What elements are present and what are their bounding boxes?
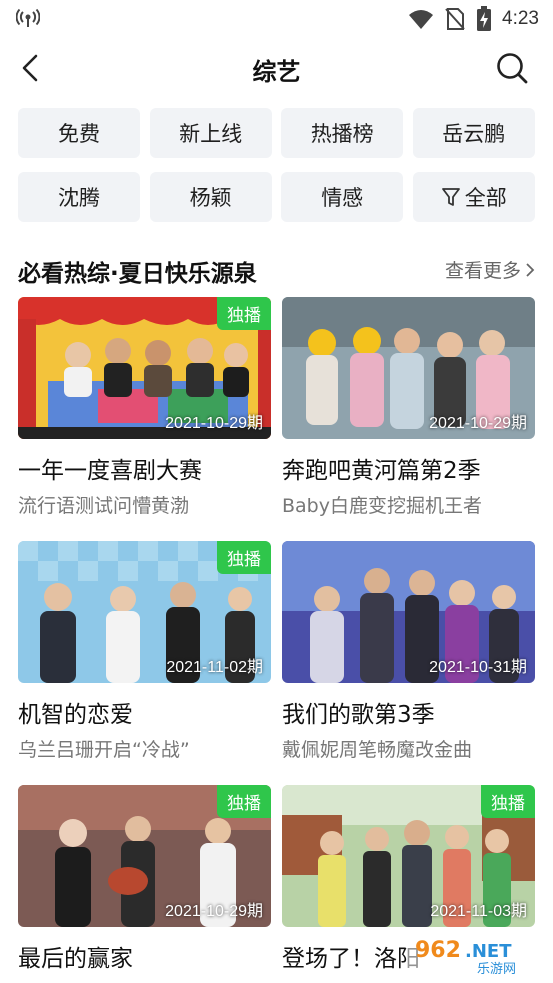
- episode-date: 2021-11-02期: [166, 659, 263, 676]
- show-title[interactable]: 机智的恋爱: [18, 695, 271, 729]
- exclusive-badge: 独播: [217, 541, 271, 574]
- page-title: 综艺: [252, 58, 301, 86]
- episode-date: 2021-10-31期: [429, 659, 527, 676]
- hotspot-icon: [16, 8, 40, 27]
- filter-label: 杨颖: [189, 186, 232, 210]
- exclusive-badge: 独播: [217, 785, 271, 818]
- chevron-right-icon: [526, 262, 535, 277]
- filter-chip[interactable]: 热播榜: [281, 108, 404, 158]
- filter-chip[interactable]: 杨颖: [149, 172, 272, 222]
- filter-label: 岳云鹏: [442, 122, 506, 146]
- show-thumbnail[interactable]: 独播 2021-10-29期: [18, 785, 271, 927]
- status-time: 4:23: [502, 8, 539, 29]
- show-grid: 独播 2021-10-29期 一年一度喜剧大赛 流行语测试问懵黄渤 2021-1…: [18, 297, 535, 983]
- section-title: 必看热综·夏日快乐源泉: [18, 261, 257, 287]
- search-icon[interactable]: [495, 51, 529, 85]
- battery-charging-icon: [477, 6, 492, 31]
- see-more-label: 查看更多: [444, 260, 521, 282]
- svg-text:乐游网: 乐游网: [477, 962, 516, 977]
- show-card[interactable]: 2021-10-29期 奔跑吧黄河篇第2季 Baby白鹿变挖掘机王者: [282, 297, 535, 541]
- show-title[interactable]: 我们的歌第3季: [282, 695, 535, 729]
- show-title[interactable]: 奔跑吧黄河篇第2季: [282, 451, 535, 485]
- header: 综艺: [0, 42, 553, 94]
- site-watermark-logo: 962 .NET 乐游网: [407, 933, 547, 977]
- filter-chip[interactable]: 新上线: [149, 108, 272, 158]
- show-card[interactable]: 独播 2021-10-29期 一年一度喜剧大赛 流行语测试问懵黄渤: [18, 297, 271, 541]
- svg-text:.NET: .NET: [465, 941, 512, 962]
- filter-label: 沈腾: [58, 186, 100, 210]
- section-header: 必看热综·夏日快乐源泉 查看更多: [18, 252, 535, 288]
- no-sim-icon: [445, 8, 465, 30]
- filter-label: 新上线: [179, 122, 243, 146]
- show-card[interactable]: 独播 2021-10-29期 最后的赢家: [18, 785, 271, 983]
- filter-label: 免费: [58, 122, 100, 146]
- status-bar: 4:23: [0, 0, 553, 38]
- show-card[interactable]: 2021-10-31期 我们的歌第3季 戴佩妮周笔畅魔改金曲: [282, 541, 535, 785]
- episode-date: 2021-11-03期: [430, 903, 527, 920]
- wifi-icon: [409, 10, 434, 29]
- exclusive-badge: 独播: [217, 297, 271, 330]
- show-subtitle: 乌兰吕珊开启“冷战”: [18, 739, 190, 761]
- episode-date: 2021-10-29期: [165, 415, 263, 432]
- show-thumbnail[interactable]: 独播 2021-11-03期: [282, 785, 535, 927]
- exclusive-badge: 独播: [481, 785, 535, 818]
- show-title[interactable]: 最后的赢家: [18, 939, 271, 973]
- show-thumbnail[interactable]: 独播 2021-11-02期: [18, 541, 271, 683]
- filter-chips: 免费 新上线 热播榜 岳云鹏 沈腾 杨颖 情感 全部: [18, 108, 535, 222]
- filter-label: 情感: [321, 186, 364, 210]
- show-thumbnail[interactable]: 独播 2021-10-29期: [18, 297, 271, 439]
- filter-chip[interactable]: 免费: [18, 108, 140, 158]
- episode-date: 2021-10-29期: [165, 903, 263, 920]
- filter-all-chip[interactable]: 全部: [412, 172, 535, 222]
- show-title[interactable]: 一年一度喜剧大赛: [18, 451, 271, 485]
- show-thumbnail[interactable]: 2021-10-31期: [282, 541, 535, 683]
- filter-chip[interactable]: 情感: [281, 172, 404, 222]
- filter-chip[interactable]: 沈腾: [18, 172, 140, 222]
- filter-funnel-icon: [441, 188, 460, 206]
- filter-chip[interactable]: 岳云鹏: [412, 108, 535, 158]
- show-subtitle: 流行语测试问懵黄渤: [18, 495, 190, 517]
- episode-date: 2021-10-29期: [429, 415, 527, 432]
- filter-label: 全部: [464, 186, 507, 210]
- show-subtitle: Baby白鹿变挖掘机王者: [282, 495, 482, 517]
- show-thumbnail[interactable]: 2021-10-29期: [282, 297, 535, 439]
- svg-text:962: 962: [415, 938, 461, 963]
- see-more-link[interactable]: 查看更多: [445, 256, 535, 283]
- show-card[interactable]: 独播 2021-11-02期 机智的恋爱 乌兰吕珊开启“冷战”: [18, 541, 271, 785]
- filter-label: 热播榜: [310, 122, 374, 146]
- show-subtitle: 戴佩妮周笔畅魔改金曲: [282, 739, 473, 761]
